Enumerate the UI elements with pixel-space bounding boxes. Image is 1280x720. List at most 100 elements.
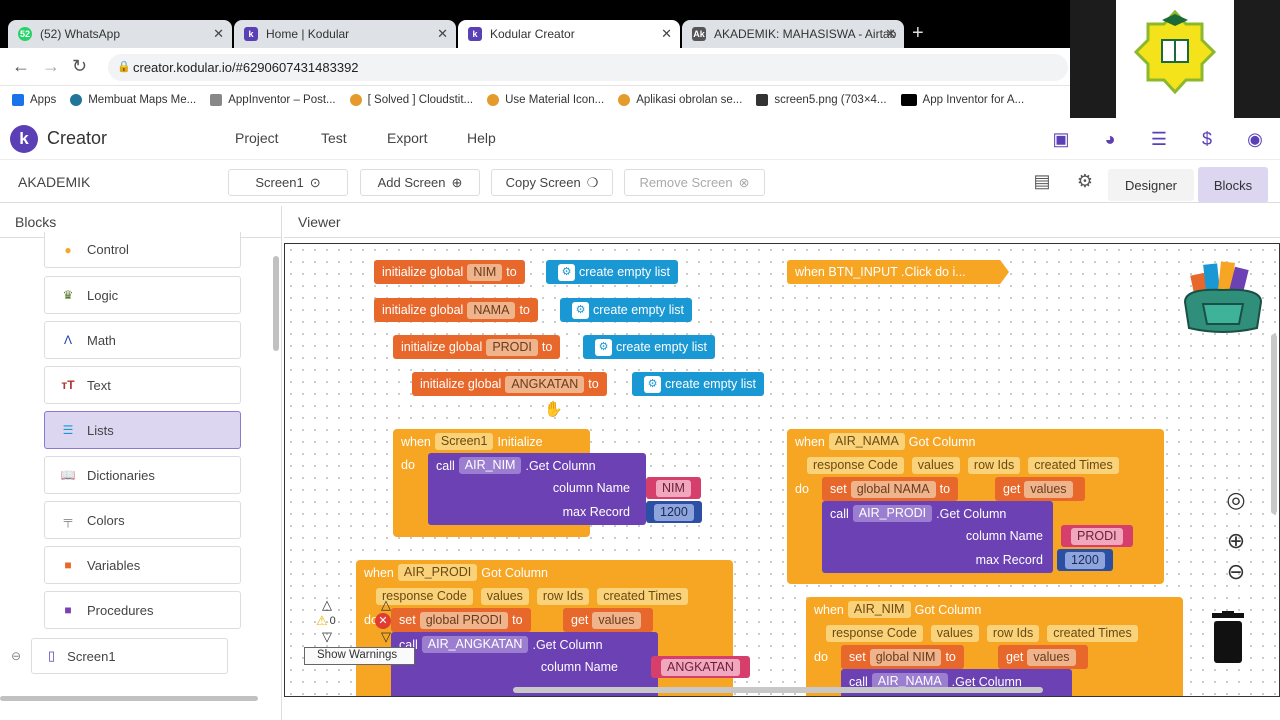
category-control[interactable]: ● Control <box>44 232 241 268</box>
call-get-column-block[interactable]: call AIR_NIM .Get Column column Name max R… <box>428 453 646 525</box>
var-dropdown[interactable]: values <box>1027 648 1076 666</box>
gear-icon[interactable]: ⚙ <box>1074 170 1096 192</box>
var-name-field[interactable]: PRODI <box>486 338 538 356</box>
param-chip[interactable]: response Code <box>826 625 923 642</box>
collapsed-event-block[interactable]: when BTN_INPUT .Click do i... <box>787 260 1009 284</box>
text-value[interactable]: ANGKATAN <box>661 658 740 676</box>
warnings-indicator[interactable]: △ ⚠ 0 ▽ <box>316 597 338 645</box>
init-global-block[interactable]: initialize global NAMA to <box>374 298 538 322</box>
category-logic[interactable]: ♛ Logic <box>44 276 241 314</box>
text-value[interactable]: PRODI <box>1071 527 1123 545</box>
horizontal-scrollbar[interactable] <box>0 696 258 701</box>
set-global-block[interactable]: set global NIM to <box>841 645 964 669</box>
create-empty-list-block[interactable]: ⚙ create empty list <box>560 298 693 322</box>
gear-icon[interactable]: ⚙ <box>572 301 589 319</box>
var-dropdown[interactable]: values <box>1024 480 1073 498</box>
menu-project[interactable]: Project <box>235 130 279 146</box>
arrow-down-icon[interactable]: ▽ <box>375 629 397 645</box>
bookmark-item[interactable]: Aplikasi obrolan se... <box>618 94 742 106</box>
component-dropdown[interactable]: AIR_PRODI <box>397 564 478 581</box>
var-dropdown[interactable]: values <box>592 611 641 629</box>
param-chip[interactable]: created Times <box>1047 625 1138 642</box>
text-string-block[interactable]: ANGKATAN <box>651 656 750 678</box>
component-dropdown[interactable]: AIR_PRODI <box>852 505 933 522</box>
component-dropdown[interactable]: AIR_NIM <box>847 601 911 618</box>
account-icon[interactable]: ◉ <box>1244 128 1266 150</box>
folder-icon[interactable]: ▣ <box>1050 128 1072 150</box>
create-empty-list-block[interactable]: ⚙ create empty list <box>583 335 716 359</box>
set-global-block[interactable]: set global PRODI to <box>391 608 531 632</box>
var-dropdown[interactable]: global NIM <box>869 648 942 666</box>
get-block[interactable]: get values <box>563 608 653 632</box>
set-global-block[interactable]: set global NAMA to <box>822 477 959 501</box>
category-colors[interactable]: ╤ Colors <box>44 501 241 539</box>
tab-kodular-creator[interactable]: k Kodular Creator ✕ <box>458 20 680 48</box>
event-block-nama-got-column[interactable]: when AIR_NAMA Got Column response Code val… <box>787 429 1164 584</box>
bookmark-item[interactable]: Membuat Maps Me... <box>70 94 196 106</box>
remove-screen-button[interactable]: Remove Screen ⊗ <box>624 169 765 196</box>
arrow-down-icon[interactable]: ▽ <box>316 629 338 645</box>
init-global-block[interactable]: initialize global ANGKATAN to <box>412 372 607 396</box>
param-chip[interactable]: row Ids <box>986 625 1040 642</box>
palette-icon[interactable]: ◕ <box>1099 128 1121 150</box>
close-tab-icon[interactable]: ✕ <box>437 26 448 42</box>
var-name-field[interactable]: ANGKATAN <box>505 375 585 393</box>
category-text[interactable]: тT Text <box>44 366 241 404</box>
gear-icon[interactable]: ⚙ <box>595 338 612 356</box>
text-string-block[interactable]: NIM <box>646 477 701 499</box>
menu-export[interactable]: Export <box>387 130 427 146</box>
errors-indicator[interactable]: △ ✕0 ▽ <box>375 597 397 645</box>
dollar-icon[interactable]: $ <box>1196 128 1218 150</box>
var-dropdown[interactable]: global NAMA <box>850 480 936 498</box>
designer-button[interactable]: Designer <box>1108 169 1194 201</box>
number-value[interactable]: 1200 <box>1065 551 1105 569</box>
gear-icon[interactable]: ⚙ <box>558 263 575 281</box>
init-global-block[interactable]: initialize global NIM to <box>374 260 525 284</box>
init-global-block[interactable]: initialize global PRODI to <box>393 335 561 359</box>
bookmark-item[interactable]: screen5.png (703×4... <box>756 94 887 106</box>
close-tab-icon[interactable]: ✕ <box>661 26 672 42</box>
param-chip[interactable]: created Times <box>597 588 688 605</box>
arrow-up-icon[interactable]: △ <box>316 597 338 613</box>
event-block-nim-got-column[interactable]: when AIR_NIM Got Column response Code valu… <box>806 597 1183 696</box>
var-name-field[interactable]: NIM <box>467 263 503 281</box>
library-icon[interactable]: ☰ <box>1148 128 1170 150</box>
tab-home-kodular[interactable]: k Home | Kodular ✕ <box>234 20 456 48</box>
bookmark-item[interactable]: AppInventor – Post... <box>210 94 336 106</box>
forward-icon[interactable]: → <box>42 56 60 77</box>
back-icon[interactable]: ← <box>12 56 30 77</box>
number-value[interactable]: 1200 <box>654 503 694 521</box>
var-dropdown[interactable]: global PRODI <box>419 611 509 629</box>
param-chip[interactable]: values <box>930 625 979 642</box>
get-block[interactable]: get values <box>998 645 1088 669</box>
category-math[interactable]: Λ Math <box>44 321 241 359</box>
event-block-screen-init[interactable]: when Screen1 Initialize do call AIR_NIM .Get… <box>393 429 702 537</box>
zoom-out-icon[interactable]: ⊖ <box>1225 561 1247 583</box>
gallery-icon[interactable]: ▤ <box>1031 170 1053 192</box>
zoom-in-icon[interactable]: ⊕ <box>1225 530 1247 552</box>
menu-test[interactable]: Test <box>321 130 347 146</box>
gear-icon[interactable]: ⚙ <box>644 375 661 393</box>
trash-icon[interactable] <box>1210 611 1246 665</box>
url-field[interactable]: 🔒 creator.kodular.io/#6290607431483392 <box>108 54 1068 81</box>
text-value[interactable]: NIM <box>656 479 691 497</box>
add-screen-button[interactable]: Add Screen ⊕ <box>360 169 480 196</box>
tab-airtable[interactable]: Ak AKADEMIK: MAHASISWA - Airtab ✕ <box>682 20 904 48</box>
bookmark-item[interactable]: [ Solved ] Cloudstit... <box>349 94 473 106</box>
component-dropdown[interactable]: AIR_NAMA <box>828 433 905 450</box>
bookmark-item[interactable]: Use Material Icon... <box>487 94 604 106</box>
component-dropdown[interactable]: Screen1 <box>434 433 494 450</box>
close-tab-icon[interactable]: ✕ <box>885 26 896 42</box>
workspace-horizontal-scrollbar[interactable] <box>513 687 1043 693</box>
create-empty-list-block[interactable]: ⚙ create empty list <box>632 372 765 396</box>
number-block[interactable]: 1200 <box>1057 549 1113 571</box>
param-chip[interactable]: response Code <box>807 457 904 474</box>
new-tab-icon[interactable]: + <box>912 22 924 45</box>
param-chip[interactable]: row Ids <box>967 457 1021 474</box>
component-dropdown[interactable]: AIR_ANGKATAN <box>421 636 529 653</box>
blocks-workspace[interactable]: initialize global NIM to ⚙ create empty lis… <box>284 243 1280 697</box>
recenter-icon[interactable]: ◎ <box>1225 489 1247 511</box>
var-name-field[interactable]: NAMA <box>467 301 516 319</box>
blocks-scrollbar[interactable] <box>273 256 279 351</box>
screen1-tree-item[interactable]: ▯ Screen1 <box>31 638 228 674</box>
